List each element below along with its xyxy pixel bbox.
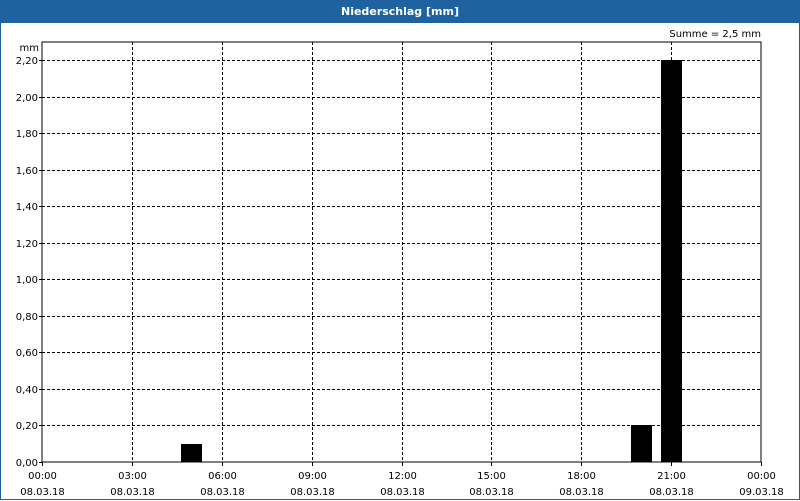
x-tick-date-label: 08.03.18	[200, 487, 245, 498]
y-tick-label: 0,00	[16, 458, 38, 469]
precipitation-bar	[631, 425, 652, 462]
precipitation-bar	[661, 60, 682, 462]
y-tick-label: 0,40	[16, 385, 38, 396]
x-axis-ticks: 00:00 08.03.18 03:00 08.03.18 06:00 08.03.18 0…	[20, 462, 784, 498]
y-tick-label: 1,20	[16, 239, 38, 250]
grid	[42, 42, 761, 462]
x-tick-date-label: 09.03.18	[739, 487, 784, 498]
bars	[181, 60, 682, 462]
x-tick-time-label: 18:00	[567, 471, 596, 482]
y-tick-label: 2,00	[16, 93, 38, 104]
plot-frame	[41, 41, 762, 463]
y-tick-label: 2,20	[16, 56, 38, 67]
x-tick-time-label: 09:00	[298, 471, 327, 482]
y-tick-label: 0,20	[16, 421, 38, 432]
sum-annotation: Summe = 2,5 mm	[669, 29, 761, 40]
chart-window: Niederschlag [mm] 0,00 0,20 0,40 0,60 0,80 1,…	[0, 0, 800, 500]
y-tick-label: 1,80	[16, 129, 38, 140]
x-tick-time-label: 00:00	[747, 471, 776, 482]
x-tick-date-label: 08.03.18	[290, 487, 335, 498]
y-tick-label: 1,40	[16, 202, 38, 213]
x-tick-date-label: 08.03.18	[469, 487, 514, 498]
x-tick-time-label: 03:00	[118, 471, 147, 482]
y-tick-label: 0,80	[16, 312, 38, 323]
x-tick-date-label: 08.03.18	[380, 487, 425, 498]
x-tick-date-label: 08.03.18	[110, 487, 155, 498]
x-tick-time-label: 15:00	[477, 471, 506, 482]
x-tick-date-label: 08.03.18	[20, 487, 65, 498]
precipitation-chart: 0,00 0,20 0,40 0,60 0,80 1,00 1,20 1,40 1,60 1,80…	[16, 29, 784, 498]
x-tick-date-label: 08.03.18	[559, 487, 604, 498]
y-tick-label: 0,60	[16, 348, 38, 359]
x-tick-time-label: 12:00	[388, 471, 417, 482]
y-tick-label: 1,00	[16, 275, 38, 286]
y-tick-label: 1,60	[16, 166, 38, 177]
x-tick-time-label: 00:00	[28, 471, 57, 482]
x-tick-date-label: 08.03.18	[649, 487, 694, 498]
y-axis-label: mm	[20, 43, 39, 54]
precipitation-bar	[181, 444, 202, 462]
x-tick-time-label: 06:00	[208, 471, 237, 482]
y-axis-ticks: 0,00 0,20 0,40 0,60 0,80 1,00 1,20 1,40 1,60 1,80…	[16, 56, 42, 469]
x-tick-time-label: 21:00	[657, 471, 686, 482]
